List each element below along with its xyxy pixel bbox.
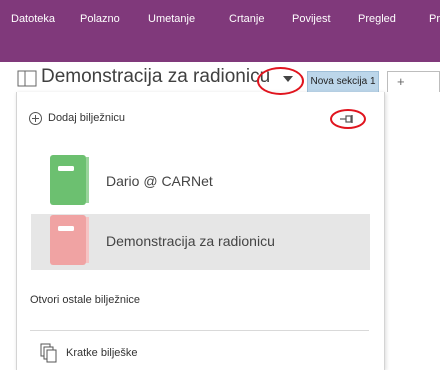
menu-tab-crtanje[interactable]: Crtanje — [229, 13, 264, 25]
menu-tab-povijest[interactable]: Povijest — [292, 13, 331, 25]
menu-tab-pr[interactable]: Pr — [429, 13, 440, 25]
ribbon: Datoteka Polazno Umetanje Crtanje Povije… — [0, 0, 440, 62]
open-other-notebooks-link[interactable]: Otvori ostale bilježnice — [30, 294, 140, 306]
notebook-book-icon — [50, 215, 89, 265]
highlight-ring-dropdown — [257, 67, 304, 95]
add-notebook-button[interactable]: Dodaj bilježnicu — [29, 110, 125, 126]
quick-notes-label: Kratke bilješke — [66, 347, 138, 359]
tab-nova-sekcija[interactable]: Nova sekcija 1 — [307, 71, 379, 92]
divider — [30, 330, 369, 331]
current-notebook-title[interactable]: Demonstracija za radionicu — [41, 66, 270, 88]
notebook-item-dario[interactable]: Dario @ CARNet — [31, 154, 370, 210]
quick-notes-icon — [40, 343, 57, 363]
notebook-name: Dario @ CARNet — [106, 173, 213, 189]
quick-notes-item[interactable]: Kratke bilješke — [40, 343, 138, 363]
notebook-item-demonstracija[interactable]: Demonstracija za radionicu — [31, 214, 370, 270]
menu-tab-datoteka[interactable]: Datoteka — [11, 13, 55, 25]
highlight-ring-pin — [330, 109, 366, 129]
notebook-book-icon — [50, 155, 89, 205]
add-notebook-label: Dodaj bilježnicu — [48, 112, 126, 124]
menu-tab-pregled[interactable]: Pregled — [358, 13, 396, 25]
add-circle-icon — [29, 111, 42, 125]
notebook-icon — [17, 70, 37, 87]
plus-icon: + — [397, 74, 405, 89]
menu-tab-umetanje[interactable]: Umetanje — [148, 13, 195, 25]
menu-tab-polazno[interactable]: Polazno — [80, 13, 120, 25]
add-section-tab[interactable]: + — [387, 71, 440, 92]
notebook-name: Demonstracija za radionicu — [106, 233, 275, 249]
